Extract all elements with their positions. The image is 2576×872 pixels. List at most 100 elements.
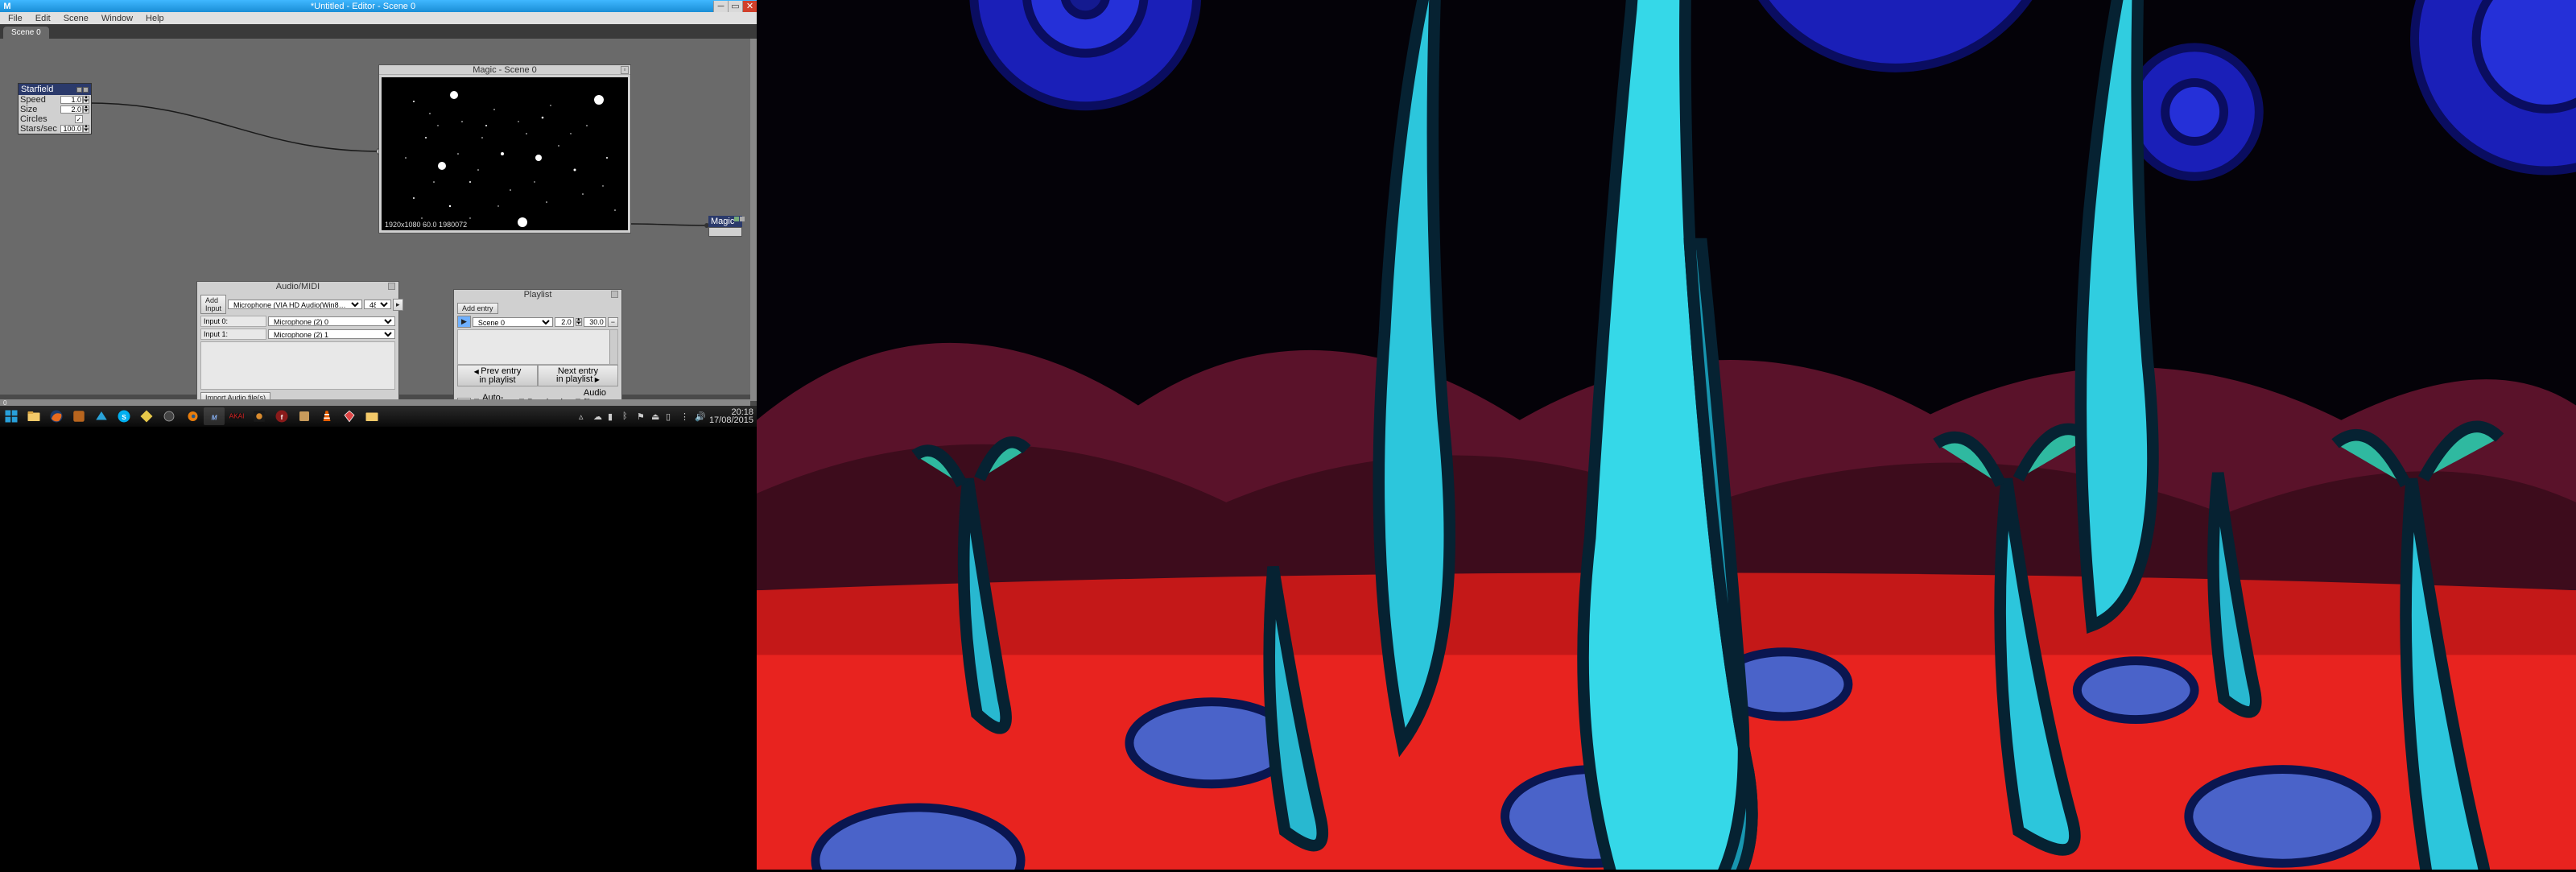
preview-window[interactable]: Magic - Scene 0 ▫ bbox=[378, 64, 631, 233]
spinner[interactable]: ▴▾ bbox=[576, 318, 582, 326]
vlc-icon[interactable] bbox=[316, 407, 337, 425]
svg-text:M: M bbox=[212, 415, 218, 422]
preview-title-text: Magic - Scene 0 bbox=[473, 65, 536, 75]
node-canvas[interactable]: Starfield Speed ▴▾ Size ▴▾ Circles ✓ Sta… bbox=[0, 39, 750, 395]
alien-landscape-art bbox=[757, 0, 2576, 870]
tray-battery-icon[interactable]: ▯ bbox=[666, 411, 675, 421]
audio-list bbox=[200, 341, 395, 390]
node-title: Magic bbox=[711, 217, 734, 226]
entry-active-icon[interactable]: ▶ bbox=[457, 316, 471, 328]
app-icon-2[interactable] bbox=[91, 407, 112, 425]
start-button[interactable] bbox=[1, 407, 22, 425]
menu-edit[interactable]: Edit bbox=[31, 14, 56, 23]
maximize-button[interactable]: ▭ bbox=[728, 1, 742, 12]
explorer-running-icon[interactable] bbox=[361, 407, 382, 425]
taskbar-clock[interactable]: 20:18 17/08/2015 bbox=[709, 408, 753, 424]
param-circles: Circles ✓ bbox=[19, 114, 91, 124]
prev-entry-button[interactable]: ◀ Prev entry in playlist bbox=[457, 365, 538, 386]
firefox-icon[interactable] bbox=[46, 407, 67, 425]
panel-title-text: Audio/MIDI bbox=[276, 282, 320, 291]
window-title: *Untitled - Editor - Scene 0 bbox=[13, 2, 713, 11]
app-icon-3[interactable] bbox=[136, 407, 157, 425]
magic-app-icon[interactable]: M bbox=[204, 407, 225, 425]
entry-remove-button[interactable]: − bbox=[608, 317, 618, 327]
skype-icon[interactable]: S bbox=[114, 407, 134, 425]
buffer-select[interactable]: 480 bbox=[364, 300, 391, 309]
input0-label: Input 0: bbox=[200, 316, 266, 327]
audio-settings-button[interactable]: ▸ bbox=[393, 299, 403, 311]
panel-toggle-icon[interactable] bbox=[388, 283, 395, 290]
audio-device-select[interactable]: Microphone (VIA HD Audio(Win8… bbox=[228, 300, 362, 309]
entry-scene-select[interactable]: Scene 0 bbox=[473, 317, 553, 327]
node-opt-icon[interactable] bbox=[83, 87, 89, 93]
next-entry-button[interactable]: Next entry in playlist ▶ bbox=[538, 365, 618, 386]
canvas-scrollbar-h[interactable]: 0 bbox=[0, 399, 750, 406]
akai-icon[interactable]: AKAI bbox=[226, 407, 247, 425]
param-label: Circles bbox=[20, 114, 75, 124]
app-icon-6[interactable] bbox=[294, 407, 315, 425]
preview-close-button[interactable]: ▫ bbox=[621, 66, 629, 74]
menu-help[interactable]: Help bbox=[141, 14, 169, 23]
editor-window: M *Untitled - Editor - Scene 0 ─ ▭ ✕ Fil… bbox=[0, 0, 757, 427]
menu-scene[interactable]: Scene bbox=[59, 14, 93, 23]
canvas-scrollbar-v[interactable] bbox=[750, 39, 757, 401]
param-starssec: Stars/sec ▴▾ bbox=[19, 124, 91, 134]
size-input[interactable] bbox=[60, 105, 83, 114]
titlebar[interactable]: M *Untitled - Editor - Scene 0 ─ ▭ ✕ bbox=[0, 0, 757, 12]
svg-text:AKAI: AKAI bbox=[229, 412, 244, 419]
app-icon-1[interactable] bbox=[68, 407, 89, 425]
entry-val-a[interactable] bbox=[555, 317, 574, 327]
taskbar: S M AKAI f ▵ ☁ ▮ ᛒ ⚑ ⏏ ▯ ⋮ 🔊 20:18 17/08… bbox=[0, 406, 757, 427]
speed-input[interactable] bbox=[60, 96, 83, 104]
tab-scene0[interactable]: Scene 0 bbox=[3, 27, 49, 39]
node-starfield[interactable]: Starfield Speed ▴▾ Size ▴▾ Circles ✓ Sta… bbox=[18, 83, 92, 134]
node-header[interactable]: Magic bbox=[708, 216, 742, 227]
panel-audio-midi[interactable]: Audio/MIDI Add Input Microphone (VIA HD … bbox=[196, 281, 399, 409]
entry-val-b[interactable] bbox=[584, 317, 606, 327]
system-tray: ▵ ☁ ▮ ᛒ ⚑ ⏏ ▯ ⋮ 🔊 20:18 17/08/2015 bbox=[579, 408, 757, 424]
menu-window[interactable]: Window bbox=[97, 14, 138, 23]
panel-toggle-icon[interactable] bbox=[611, 291, 618, 298]
menu-file[interactable]: File bbox=[3, 14, 27, 23]
panel-title[interactable]: Audio/MIDI bbox=[197, 282, 398, 291]
starssec-input[interactable] bbox=[60, 125, 83, 133]
close-button[interactable]: ✕ bbox=[742, 1, 757, 12]
input1-label: Input 1: bbox=[200, 329, 266, 340]
tray-wifi-icon[interactable]: ⋮ bbox=[680, 411, 690, 421]
tray-action-icon[interactable]: ⚑ bbox=[637, 411, 646, 421]
tray-network-icon[interactable]: ▮ bbox=[608, 411, 617, 421]
secondary-monitor bbox=[757, 0, 2576, 870]
flash-icon[interactable]: f bbox=[271, 407, 292, 425]
node-header[interactable]: Starfield bbox=[19, 84, 91, 95]
param-speed: Speed ▴▾ bbox=[19, 95, 91, 105]
input1-select[interactable]: Microphone (2) 1 bbox=[268, 329, 395, 339]
tray-onedrive-icon[interactable]: ☁ bbox=[593, 411, 603, 421]
minimize-button[interactable]: ─ bbox=[713, 1, 728, 12]
add-entry-button[interactable]: Add entry bbox=[457, 303, 498, 314]
panel-title[interactable]: Playlist bbox=[454, 290, 621, 300]
circles-checkbox[interactable]: ✓ bbox=[75, 115, 83, 123]
svg-text:S: S bbox=[122, 414, 126, 421]
tabbar: Scene 0 bbox=[0, 24, 757, 39]
param-label: Speed bbox=[20, 95, 60, 105]
spinner[interactable]: ▴▾ bbox=[83, 125, 89, 133]
app-icon-4[interactable] bbox=[159, 407, 180, 425]
spinner[interactable]: ▴▾ bbox=[83, 105, 89, 114]
app-icon-5[interactable] bbox=[249, 407, 270, 425]
node-min-icon[interactable] bbox=[76, 87, 82, 93]
clock-date: 17/08/2015 bbox=[709, 416, 753, 424]
tray-bluetooth-icon[interactable]: ᛒ bbox=[622, 411, 632, 421]
add-input-button[interactable]: Add Input bbox=[200, 295, 226, 314]
blender-icon[interactable] bbox=[181, 407, 202, 425]
explorer-icon[interactable] bbox=[23, 407, 44, 425]
tray-usb-icon[interactable]: ⏏ bbox=[651, 411, 661, 421]
tray-up-icon[interactable]: ▵ bbox=[579, 411, 588, 421]
app-icon-7[interactable] bbox=[339, 407, 360, 425]
node-magic[interactable]: Magic bbox=[708, 216, 742, 237]
param-label: Size bbox=[20, 105, 60, 114]
input0-select[interactable]: Microphone (2) 0 bbox=[268, 316, 395, 326]
tray-volume-icon[interactable]: 🔊 bbox=[695, 411, 704, 421]
spinner[interactable]: ▴▾ bbox=[83, 96, 89, 104]
preview-titlebar[interactable]: Magic - Scene 0 ▫ bbox=[379, 65, 630, 75]
scrollbar[interactable] bbox=[609, 330, 617, 364]
